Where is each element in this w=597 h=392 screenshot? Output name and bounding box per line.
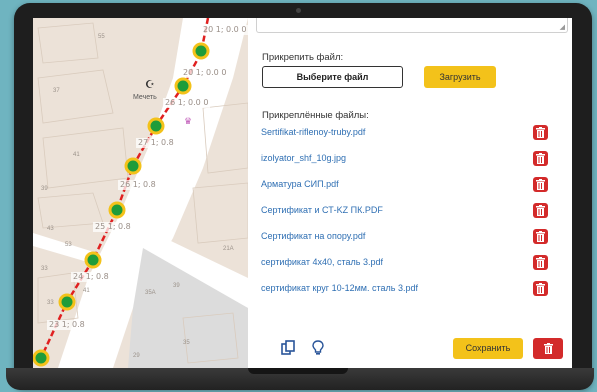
delete-file-button[interactable] <box>533 203 548 218</box>
file-link[interactable]: Арматура СИП.pdf <box>261 179 339 189</box>
notes-textarea[interactable]: ◢ <box>256 18 568 33</box>
file-link[interactable]: izolyator_shf_10g.jpg <box>261 153 346 163</box>
pole-pin[interactable] <box>147 117 165 135</box>
file-link[interactable]: сертификат круг 10-12мм. сталь 3.pdf <box>261 283 418 293</box>
attach-file-label: Прикрепить файл: <box>262 52 344 63</box>
details-panel: ◢ Прикрепить файл: Выберите файл Загрузи… <box>248 18 572 368</box>
pole-pin[interactable] <box>192 42 210 60</box>
file-link[interactable]: Сертификат на опору.pdf <box>261 231 365 241</box>
save-button[interactable]: Сохранить <box>453 338 523 359</box>
pins-layer <box>33 42 210 367</box>
delete-file-button[interactable] <box>533 229 548 244</box>
trash-icon <box>536 257 545 268</box>
delete-file-button[interactable] <box>533 255 548 270</box>
trash-icon <box>536 127 545 138</box>
delete-file-button[interactable] <box>533 177 548 192</box>
pole-pin[interactable] <box>58 293 76 311</box>
trash-icon <box>536 231 545 242</box>
delete-file-button[interactable] <box>533 151 548 166</box>
file-link[interactable]: Сертификат и СТ-KZ ПК.PDF <box>261 205 383 215</box>
laptop-notch <box>248 368 348 374</box>
pole-pin[interactable] <box>84 251 102 269</box>
pole-pin[interactable] <box>174 77 192 95</box>
trash-icon <box>544 343 553 354</box>
choose-file-button[interactable]: Выберите файл <box>262 66 403 88</box>
upload-button[interactable]: Загрузить <box>424 66 496 88</box>
delete-file-button[interactable] <box>533 281 548 296</box>
delete-button[interactable] <box>533 338 563 359</box>
lightbulb-icon[interactable] <box>311 340 325 356</box>
pole-pin[interactable] <box>108 201 126 219</box>
file-link[interactable]: сертификат 4х40, сталь 3.pdf <box>261 257 383 267</box>
pole-pin[interactable] <box>124 157 142 175</box>
delete-file-button[interactable] <box>533 125 548 140</box>
trash-icon <box>536 205 545 216</box>
copy-icon[interactable] <box>281 340 295 356</box>
trash-icon <box>536 153 545 164</box>
attached-files-label: Прикреплённые файлы: <box>262 110 369 121</box>
pole-pin[interactable] <box>33 349 50 367</box>
webcam <box>296 8 301 13</box>
trash-icon <box>536 179 545 190</box>
trash-icon <box>536 283 545 294</box>
resize-grip-icon[interactable]: ◢ <box>560 23 565 31</box>
map-view[interactable]: 55 37 41 39 43 53 33 41 33 35A 39 35 29 … <box>33 18 248 368</box>
screen: 55 37 41 39 43 53 33 41 33 35A 39 35 29 … <box>33 18 572 368</box>
file-link[interactable]: Sertifikat-riflenoy-truby.pdf <box>261 127 365 137</box>
